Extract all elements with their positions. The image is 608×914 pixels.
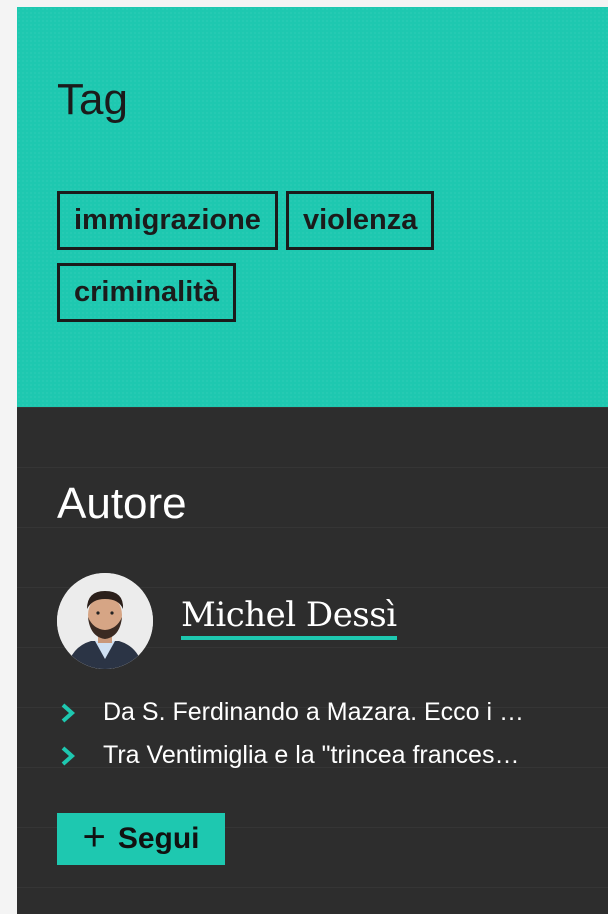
- chevron-right-icon: [61, 746, 76, 765]
- plus-icon: +: [82, 815, 106, 859]
- author-article-list: Da S. Ferdinando a Mazara. Ecco i … Tra …: [57, 691, 577, 777]
- author-section: Autore Michel Dessì Da S. Ferdinando a M…: [17, 407, 608, 914]
- article-item: Da S. Ferdinando a Mazara. Ecco i …: [57, 691, 577, 734]
- author-avatar[interactable]: [57, 573, 153, 669]
- chevron-right-icon: [61, 703, 76, 722]
- author-title: Autore: [57, 479, 187, 528]
- article-link[interactable]: Da S. Ferdinando a Mazara. Ecco i …: [103, 698, 577, 727]
- follow-button[interactable]: + Segui: [57, 813, 225, 865]
- author-name-link[interactable]: Michel Dessì: [181, 595, 397, 640]
- tag-immigrazione[interactable]: immigrazione: [57, 191, 278, 250]
- author-photo: [57, 573, 153, 669]
- article-item: Tra Ventimiglia e la "trincea frances…: [57, 734, 577, 777]
- follow-label: Segui: [117, 822, 200, 855]
- tags-section: Tag immigrazione violenza criminalità: [17, 7, 608, 407]
- tag-list: immigrazione violenza criminalità: [57, 191, 577, 335]
- tag-violenza[interactable]: violenza: [285, 191, 435, 250]
- tags-title: Tag: [57, 75, 128, 124]
- article-link[interactable]: Tra Ventimiglia e la "trincea frances…: [103, 741, 577, 770]
- tag-criminalita[interactable]: criminalità: [57, 262, 237, 322]
